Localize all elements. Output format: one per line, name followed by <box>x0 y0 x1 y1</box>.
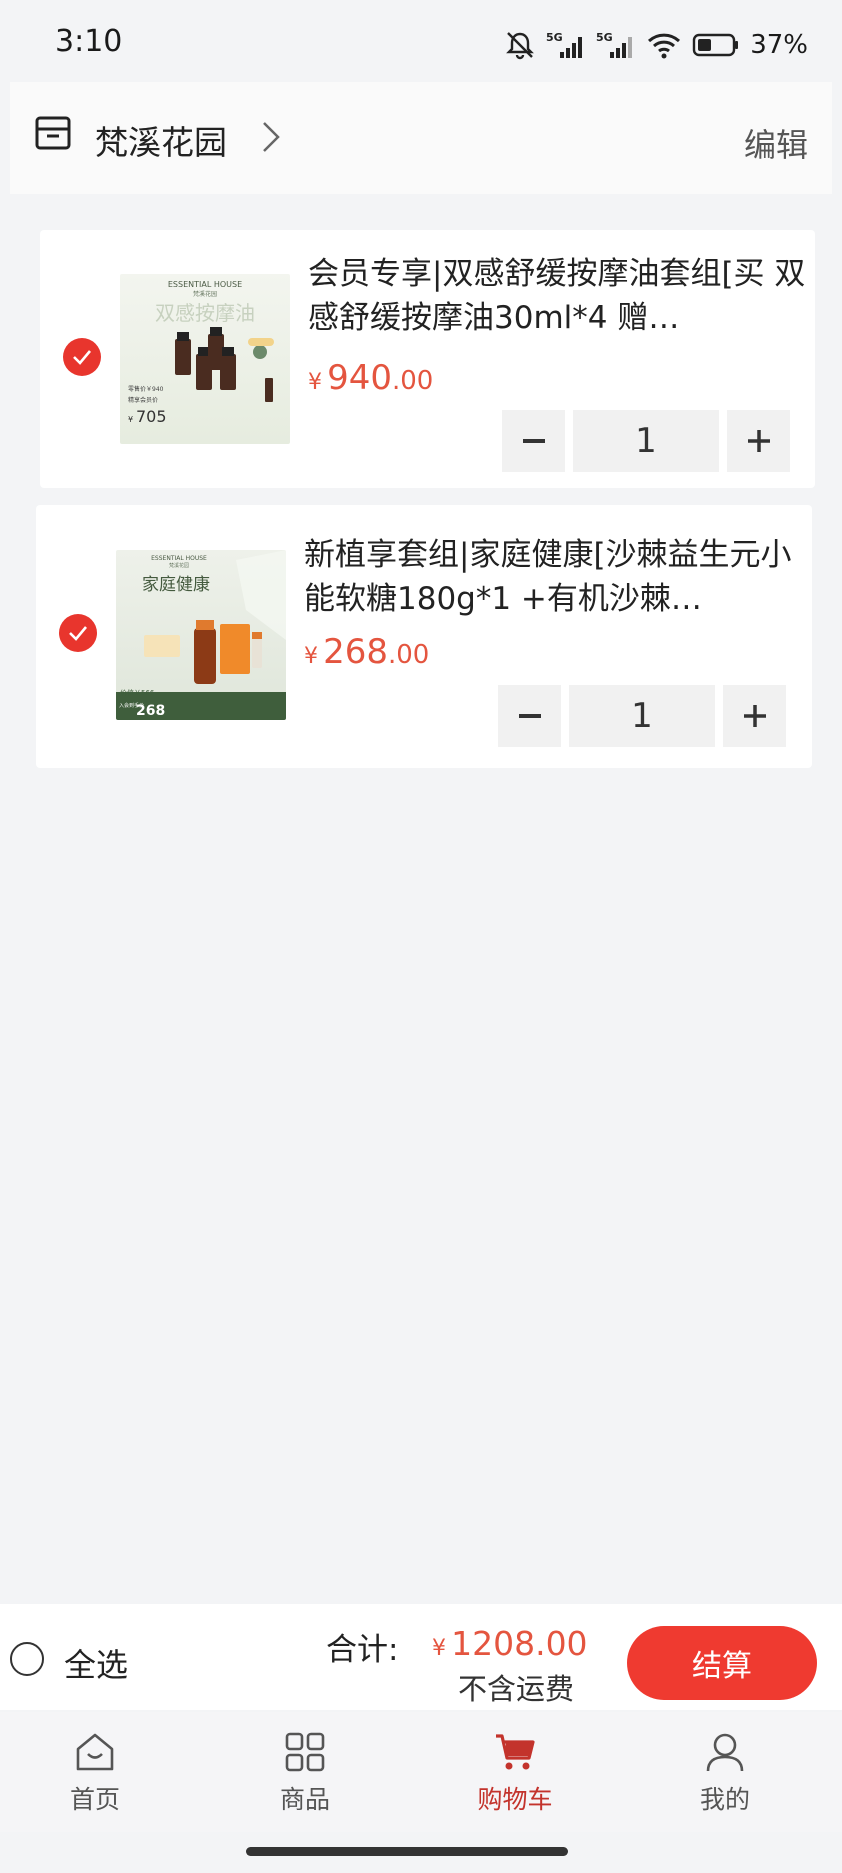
minus-icon <box>522 439 545 443</box>
home-icon <box>76 1733 114 1771</box>
checkout-button[interactable]: 结算 <box>627 1626 817 1700</box>
decrease-button[interactable] <box>498 685 561 747</box>
thumb-brand-cn: 梵溪花园 <box>193 290 217 298</box>
store-icon <box>34 114 72 156</box>
thumb-headline: 家庭健康 <box>142 575 210 595</box>
tab-label: 商品 <box>279 1785 330 1814</box>
select-all-checkbox[interactable] <box>10 1642 44 1676</box>
svg-text:5G: 5G <box>546 31 563 44</box>
item-checkbox[interactable] <box>63 338 101 376</box>
chevron-right-icon[interactable] <box>260 120 282 158</box>
product-image[interactable]: ESSENTIAL HOUSE 梵溪花园 双感按摩油 零售价￥940 精享会员价… <box>120 274 290 444</box>
total-amount: ¥ 1208.00 <box>432 1624 588 1663</box>
quantity-stepper: 1 <box>502 410 790 472</box>
edit-button[interactable]: 编辑 <box>744 120 808 166</box>
checkout-summary-bar: 全选 合计: ¥ 1208.00 不含运费 结算 <box>0 1604 842 1710</box>
decrease-button[interactable] <box>502 410 565 472</box>
status-icons: 5G 5G 37% <box>504 30 808 60</box>
user-icon <box>706 1733 744 1772</box>
thumb-price-note: 价值￥566 <box>120 688 155 697</box>
bottom-tab-bar: 首页 商品 购物车 我的 <box>0 1712 842 1832</box>
product-price: ¥ 268.00 <box>304 632 429 672</box>
cart-item: ESSENTIAL HOUSE 梵溪花园 家庭健康 价值￥566 入会到手价 2… <box>36 505 812 768</box>
thumb-member-price: 705 <box>136 407 167 426</box>
svg-text:¥: ¥ <box>128 415 133 424</box>
price-integer: 268 <box>323 632 388 672</box>
plus-icon <box>743 705 766 727</box>
minus-icon <box>518 714 541 718</box>
battery-percentage: 37% <box>750 30 808 60</box>
checkmark-icon <box>69 626 87 641</box>
total-symbol: ¥ <box>432 1636 446 1661</box>
thumb-brand: ESSENTIAL HOUSE <box>168 280 242 289</box>
price-decimal: .00 <box>388 640 430 670</box>
thumb-brand-cn: 梵溪花园 <box>169 562 189 569</box>
increase-button[interactable] <box>727 410 790 472</box>
item-checkbox[interactable] <box>59 614 97 652</box>
mute-bell-icon <box>504 30 536 60</box>
wifi-icon <box>646 30 682 60</box>
tab-label: 首页 <box>69 1785 120 1814</box>
thumb-brand: ESSENTIAL HOUSE <box>151 555 207 562</box>
plus-icon <box>747 430 770 452</box>
thumb-member-label: 精享会员价 <box>128 396 158 404</box>
price-symbol: ¥ <box>304 644 318 669</box>
status-bar: 3:10 5G 5G 37% <box>0 0 842 80</box>
cart-icon <box>496 1734 535 1770</box>
status-time: 3:10 <box>55 24 123 59</box>
quantity-input[interactable]: 1 <box>569 685 715 747</box>
store-name[interactable]: 梵溪花园 <box>95 116 227 164</box>
select-all-label[interactable]: 全选 <box>64 1640 128 1686</box>
signal-5g-icon: 5G <box>596 30 636 60</box>
thumb-headline: 双感按摩油 <box>155 301 255 325</box>
price-integer: 940 <box>327 358 392 398</box>
tab-cart[interactable]: 购物车 <box>455 1730 575 1816</box>
product-title[interactable]: 会员专享|双感舒缓按摩油套组[买 双感舒缓按摩油30ml*4 赠… <box>308 252 808 340</box>
product-image[interactable]: ESSENTIAL HOUSE 梵溪花园 家庭健康 价值￥566 入会到手价 2… <box>116 550 286 720</box>
total-value: 1208.00 <box>451 1624 588 1663</box>
total-label: 合计: <box>326 1632 399 1668</box>
price-decimal: .00 <box>392 366 434 396</box>
svg-text:5G: 5G <box>596 31 613 44</box>
thumb-price-note: 零售价￥940 <box>128 385 164 393</box>
signal-5g-icon: 5G <box>546 30 586 60</box>
tab-label: 购物车 <box>477 1785 553 1814</box>
product-price: ¥ 940.00 <box>308 358 433 398</box>
battery-icon <box>692 32 740 58</box>
quantity-stepper: 1 <box>498 685 786 747</box>
product-title[interactable]: 新植享套组|家庭健康[沙棘益生元小能软糖180g*1 +有机沙棘… <box>304 533 804 621</box>
thumb-member-price: 268 <box>136 703 165 719</box>
store-header: 梵溪花园 编辑 <box>10 82 832 194</box>
cart-item: ESSENTIAL HOUSE 梵溪花园 双感按摩油 零售价￥940 精享会员价… <box>40 230 815 488</box>
tab-mine[interactable]: 我的 <box>665 1730 785 1816</box>
increase-button[interactable] <box>723 685 786 747</box>
tab-home[interactable]: 首页 <box>35 1730 155 1816</box>
grid-icon <box>285 1732 325 1772</box>
tab-label: 我的 <box>699 1785 750 1814</box>
shipping-note: 不含运费 <box>458 1672 575 1706</box>
checkmark-icon <box>73 350 91 365</box>
home-indicator[interactable] <box>246 1847 568 1856</box>
tab-goods[interactable]: 商品 <box>245 1730 365 1816</box>
quantity-input[interactable]: 1 <box>573 410 719 472</box>
price-symbol: ¥ <box>308 370 322 395</box>
